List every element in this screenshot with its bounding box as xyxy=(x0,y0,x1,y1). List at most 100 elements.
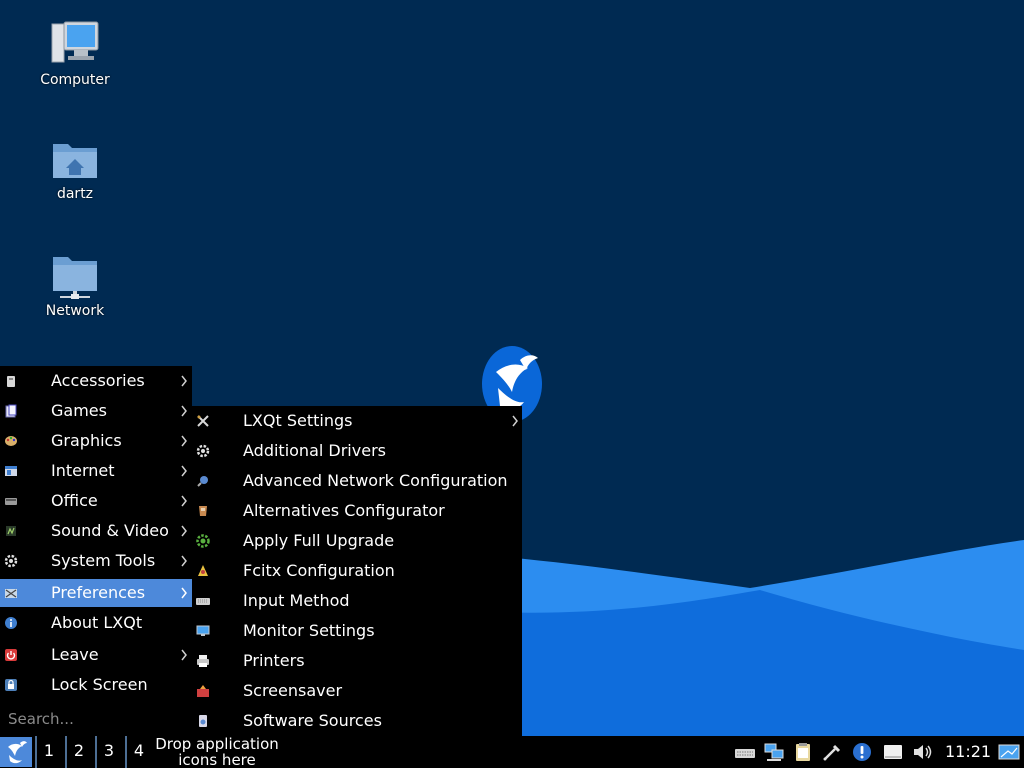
submenu-item-label: Screensaver xyxy=(243,681,343,700)
menu-item-preferences[interactable]: Preferences xyxy=(0,579,192,607)
chevron-right-icon xyxy=(181,375,187,387)
submenu-item-additional-drivers[interactable]: Additional Drivers xyxy=(192,436,522,466)
chevron-right-icon xyxy=(181,555,187,567)
menu-item-sound-video[interactable]: Sound & Video xyxy=(0,517,192,545)
submenu-item-printers[interactable]: Printers xyxy=(192,646,522,676)
chevron-right-icon xyxy=(181,587,187,599)
games-icon xyxy=(5,404,17,418)
start-menu-button[interactable] xyxy=(0,737,32,767)
computer-icon xyxy=(51,21,99,63)
submenu-item-monitor-settings[interactable]: Monitor Settings xyxy=(192,616,522,646)
network-config-icon xyxy=(197,476,208,487)
menu-item-office[interactable]: Office xyxy=(0,487,192,515)
submenu-item-label: Input Method xyxy=(243,591,350,610)
alternatives-icon xyxy=(199,506,207,516)
chevron-right-icon xyxy=(181,435,187,447)
menu-item-label: Preferences xyxy=(51,583,146,602)
menu-item-internet[interactable]: Internet xyxy=(0,457,192,485)
submenu-item-label: Apply Full Upgrade xyxy=(243,531,395,550)
home-folder-icon xyxy=(53,144,97,178)
chevron-right-icon xyxy=(181,495,187,507)
eyedropper-icon[interactable] xyxy=(821,742,843,762)
desktop-icon-label: dartz xyxy=(56,186,94,202)
submenu-item-input-method[interactable]: Input Method xyxy=(192,586,522,616)
menu-item-label: Lock Screen xyxy=(51,675,148,694)
desktop-icon-network[interactable]: Network xyxy=(20,255,130,319)
graphics-icon xyxy=(5,436,17,446)
submenu-item-label: Alternatives Configurator xyxy=(243,501,445,520)
submenu-item-label: Monitor Settings xyxy=(243,621,375,640)
monitor-icon xyxy=(196,625,210,636)
desktop-switch-1[interactable]: 1 xyxy=(35,736,61,768)
menu-item-label: About LXQt xyxy=(51,613,143,632)
settings-tools-icon xyxy=(197,415,209,427)
taskbar-panel: 1 2 3 4 Drop application icons here 11:2… xyxy=(0,736,1024,768)
desktop-switch-4[interactable]: 4 xyxy=(125,736,151,768)
submenu-item-label: Software Sources xyxy=(243,711,382,730)
network-folder-icon xyxy=(53,257,97,299)
preferences-icon xyxy=(5,589,17,598)
preferences-submenu: LXQt Settings Additional Drivers Advance… xyxy=(192,406,522,736)
menu-item-games[interactable]: Games xyxy=(0,397,192,425)
chevron-right-icon xyxy=(181,405,187,417)
system-tools-icon xyxy=(4,554,18,568)
submenu-item-label: Fcitx Configuration xyxy=(243,561,395,580)
menu-item-label: Games xyxy=(51,401,107,420)
desktop-switch-2[interactable]: 2 xyxy=(65,736,91,768)
menu-item-label: Accessories xyxy=(51,371,145,390)
submenu-item-label: Additional Drivers xyxy=(243,441,386,460)
office-icon xyxy=(5,498,17,505)
printer-icon xyxy=(197,655,209,667)
volume-icon[interactable] xyxy=(912,742,934,762)
desktop-icon-home[interactable]: dartz xyxy=(20,138,130,202)
sound-video-icon xyxy=(6,526,16,536)
internet-icon xyxy=(5,466,17,476)
menu-item-label: Graphics xyxy=(51,431,122,450)
submenu-item-fcitx-configuration[interactable]: Fcitx Configuration xyxy=(192,556,522,586)
quicklaunch-drop-area[interactable]: Drop application icons here xyxy=(152,736,282,768)
menu-item-system-tools[interactable]: System Tools xyxy=(0,547,192,575)
menu-item-label: System Tools xyxy=(51,551,156,570)
chevron-right-icon xyxy=(181,649,187,661)
chevron-right-icon xyxy=(512,415,518,427)
network-status-icon[interactable] xyxy=(763,742,785,762)
menu-item-label: Sound & Video xyxy=(51,521,169,540)
desktop-icon-computer[interactable]: Computer xyxy=(20,20,130,88)
accessories-icon xyxy=(7,376,15,387)
lock-icon xyxy=(5,679,17,691)
screensaver-icon xyxy=(197,685,209,697)
submenu-item-label: Printers xyxy=(243,651,305,670)
menu-item-accessories[interactable]: Accessories xyxy=(0,367,192,395)
menu-item-graphics[interactable]: Graphics xyxy=(0,427,192,455)
clipboard-icon[interactable] xyxy=(792,742,814,762)
lxqt-menu-icon xyxy=(8,741,27,764)
clock[interactable]: 11:21 xyxy=(945,742,991,761)
desktop-icon-label: Computer xyxy=(40,72,110,88)
submenu-item-apply-full-upgrade[interactable]: Apply Full Upgrade xyxy=(192,526,522,556)
fcitx-icon xyxy=(198,565,208,576)
menu-item-label: Office xyxy=(51,491,98,510)
submenu-item-advanced-network[interactable]: Advanced Network Configuration xyxy=(192,466,522,496)
update-notifier-icon[interactable] xyxy=(851,742,873,762)
submenu-item-screensaver[interactable]: Screensaver xyxy=(192,676,522,706)
submenu-item-alternatives[interactable]: Alternatives Configurator xyxy=(192,496,522,526)
menu-item-about-lxqt[interactable]: About LXQt xyxy=(0,609,192,637)
keyboard-layout-icon[interactable] xyxy=(734,742,756,762)
upgrade-icon xyxy=(196,534,210,548)
submenu-item-label: LXQt Settings xyxy=(243,411,353,430)
software-sources-icon xyxy=(199,715,207,727)
desktop-icon-label: Network xyxy=(45,303,105,319)
menu-item-lock-screen[interactable]: Lock Screen xyxy=(0,671,192,699)
show-desktop-icon[interactable] xyxy=(998,742,1020,762)
submenu-item-lxqt-settings[interactable]: LXQt Settings xyxy=(192,406,522,436)
power-icon xyxy=(5,649,17,661)
desktop: Computer dartz Network Accessories Games xyxy=(0,0,1024,768)
menu-item-leave[interactable]: Leave xyxy=(0,641,192,669)
chevron-right-icon xyxy=(181,525,187,537)
menu-search-input[interactable] xyxy=(0,704,192,734)
menu-item-label: Leave xyxy=(51,645,99,664)
submenu-item-software-sources[interactable]: Software Sources xyxy=(192,706,522,736)
desktop-switch-3[interactable]: 3 xyxy=(95,736,121,768)
removable-media-icon[interactable] xyxy=(882,742,904,762)
gear-icon xyxy=(196,444,210,458)
